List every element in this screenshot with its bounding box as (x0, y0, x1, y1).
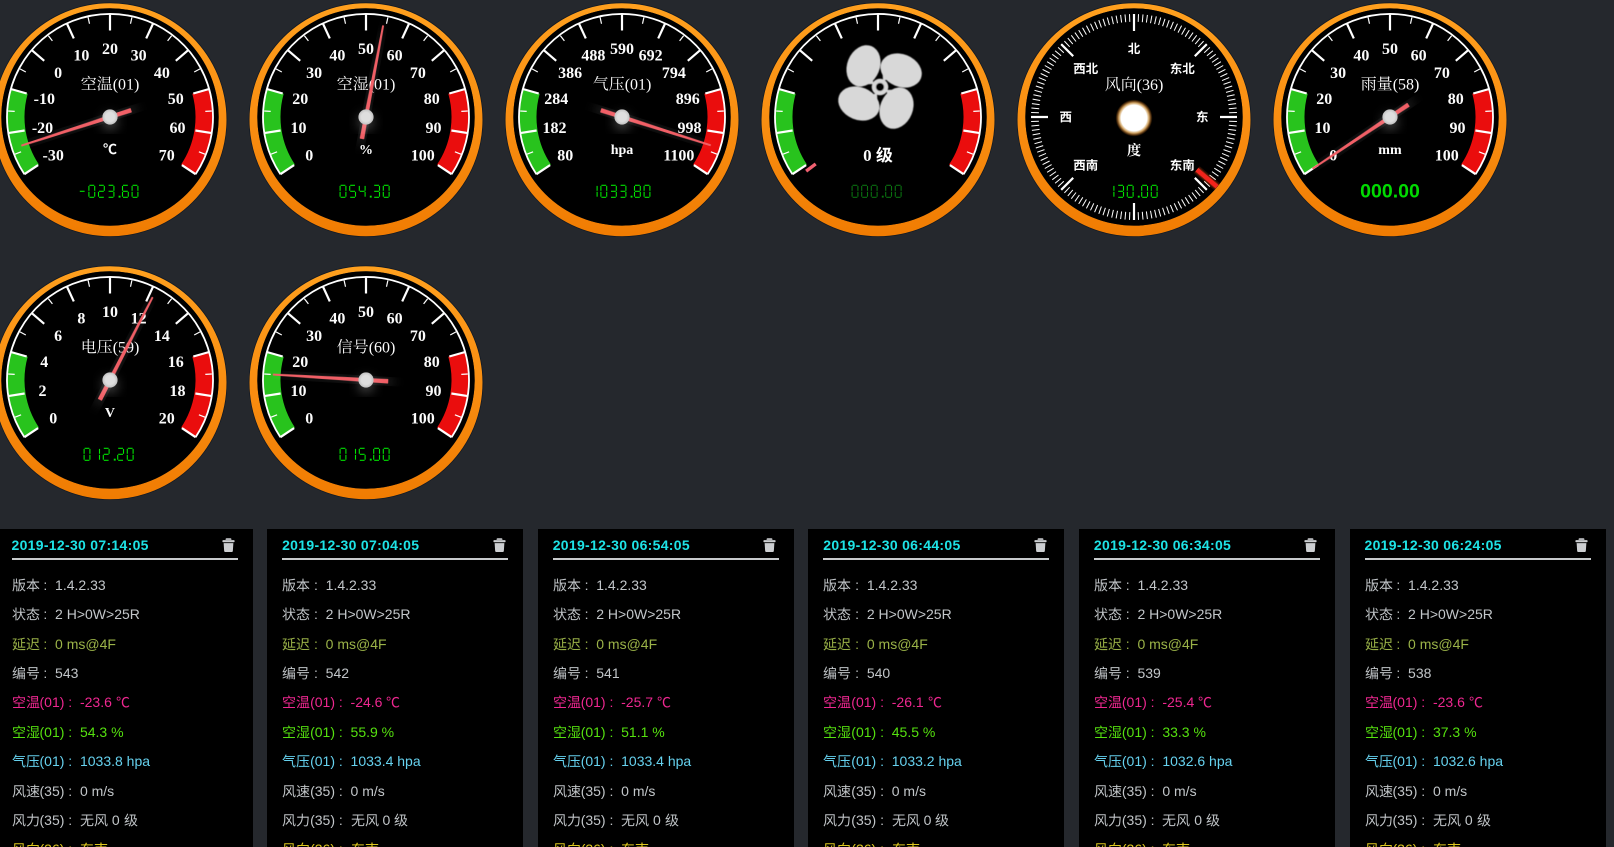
svg-text:90: 90 (426, 383, 442, 400)
svg-text:50: 50 (168, 91, 184, 108)
svg-text:0: 0 (305, 410, 313, 427)
svg-text:692: 692 (639, 47, 663, 64)
svg-text:794: 794 (662, 65, 686, 82)
svg-text:100: 100 (411, 410, 435, 427)
svg-text:-10: -10 (34, 91, 55, 108)
svg-text:30: 30 (131, 47, 147, 64)
svg-text:70: 70 (159, 147, 175, 164)
svg-text:16: 16 (168, 354, 184, 371)
svg-text:30: 30 (1330, 65, 1346, 82)
svg-text:896: 896 (676, 91, 700, 108)
svg-text:20: 20 (102, 41, 118, 58)
svg-text:70: 70 (410, 328, 426, 345)
svg-text:50: 50 (358, 41, 374, 58)
svg-text:100: 100 (1435, 147, 1459, 164)
svg-text:10: 10 (74, 47, 90, 64)
svg-text:284: 284 (544, 91, 568, 108)
svg-text:000.00: 000.00 (1360, 180, 1420, 202)
svg-text:V: V (105, 406, 115, 421)
svg-text:0: 0 (55, 65, 63, 82)
svg-text:386: 386 (558, 65, 582, 82)
svg-text:20: 20 (1316, 91, 1332, 108)
svg-text:10: 10 (291, 383, 307, 400)
svg-text:10: 10 (1315, 120, 1331, 137)
svg-text:90: 90 (426, 120, 442, 137)
svg-text:4: 4 (41, 354, 49, 371)
svg-text:0: 0 (863, 146, 872, 165)
svg-text:40: 40 (329, 310, 345, 327)
svg-text:40: 40 (154, 65, 170, 82)
svg-text:20: 20 (292, 91, 308, 108)
svg-text:70: 70 (410, 65, 426, 82)
svg-text:8: 8 (78, 310, 86, 327)
svg-text:40: 40 (329, 47, 345, 64)
svg-text:80: 80 (557, 147, 573, 164)
svg-text:mm: mm (1378, 143, 1402, 158)
svg-text:0: 0 (50, 410, 58, 427)
svg-text:182: 182 (543, 120, 567, 137)
svg-text:100: 100 (411, 147, 435, 164)
svg-text:80: 80 (424, 354, 440, 371)
svg-text:(36): (36) (1137, 77, 1164, 94)
svg-text:80: 80 (1448, 91, 1464, 108)
svg-text:60: 60 (170, 120, 186, 137)
svg-text:20: 20 (159, 410, 175, 427)
svg-text:80: 80 (424, 91, 440, 108)
svg-text:60: 60 (387, 310, 403, 327)
svg-text:18: 18 (170, 383, 186, 400)
svg-text:20: 20 (292, 354, 308, 371)
svg-text:6: 6 (54, 328, 62, 345)
svg-text:14: 14 (154, 328, 170, 345)
svg-text:1100: 1100 (663, 147, 694, 164)
svg-text:60: 60 (1411, 47, 1427, 64)
svg-text:30: 30 (306, 65, 322, 82)
svg-text:10: 10 (102, 304, 118, 321)
svg-text:0: 0 (305, 147, 313, 164)
svg-text:hpa: hpa (611, 143, 634, 158)
svg-text:10: 10 (291, 120, 307, 137)
svg-text:(01): (01) (625, 76, 652, 93)
svg-text:(60): (60) (369, 339, 396, 356)
svg-text:60: 60 (387, 47, 403, 64)
svg-text:-30: -30 (43, 147, 64, 164)
svg-text:30: 30 (306, 328, 322, 345)
svg-text:50: 50 (358, 304, 374, 321)
svg-text:50: 50 (1382, 41, 1398, 58)
svg-text:488: 488 (581, 47, 605, 64)
svg-text:%: % (359, 143, 373, 158)
svg-text:590: 590 (610, 41, 634, 58)
svg-text:90: 90 (1450, 120, 1466, 137)
svg-text:(01): (01) (113, 76, 140, 93)
svg-text:(58): (58) (1393, 76, 1420, 93)
svg-text:40: 40 (1353, 47, 1369, 64)
svg-text:2: 2 (39, 383, 47, 400)
svg-text:70: 70 (1434, 65, 1450, 82)
svg-text:-20: -20 (32, 120, 53, 137)
